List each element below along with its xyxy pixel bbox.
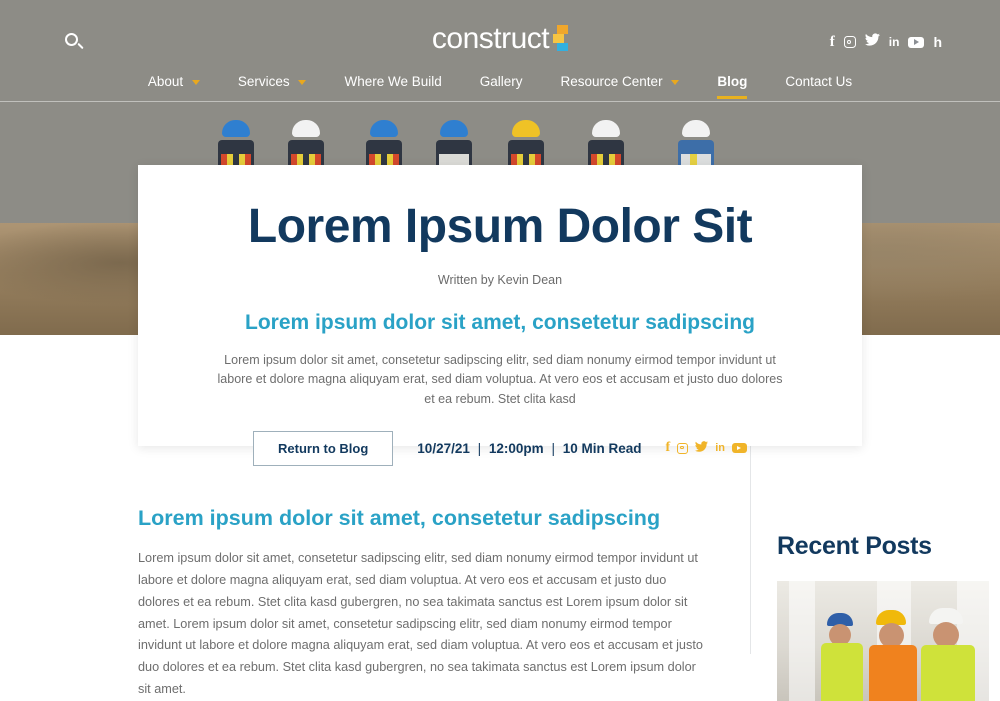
chevron-down-icon (191, 79, 200, 85)
nav-item-contact-us[interactable]: Contact Us (766, 70, 871, 94)
logo-text: construct (431, 22, 550, 55)
twitter-icon[interactable] (864, 33, 880, 51)
article-read-time: 10 Min Read (562, 440, 642, 456)
nav-item-gallery[interactable]: Gallery (461, 70, 542, 94)
chevron-down-icon (671, 79, 680, 85)
linkedin-icon[interactable]: in (889, 35, 900, 49)
meta-separator: | (477, 440, 482, 456)
main-navigation: About Services Where We Build Gallery Re… (0, 70, 1000, 99)
facebook-icon[interactable]: f (830, 34, 835, 51)
return-to-blog-button[interactable]: Return to Blog (253, 430, 394, 466)
article-hero-card: Lorem Ipsum Dolor Sit Written by Kevin D… (138, 165, 862, 466)
nav-label: Services (237, 74, 290, 89)
top-bar: construct f in h (0, 0, 1000, 68)
card-actions-row: Return to Blog 10/27/21 | 12:00pm | 10 M… (178, 430, 822, 466)
thumbnail-pillar (789, 581, 815, 701)
article-paragraph: Lorem ipsum dolor sit amet, consetetur s… (138, 551, 703, 697)
youtube-icon[interactable] (731, 443, 747, 454)
youtube-icon[interactable] (908, 36, 925, 48)
recent-post-thumbnail[interactable] (777, 581, 989, 701)
nav-label: Resource Center (560, 74, 663, 89)
active-nav-underline (717, 96, 748, 99)
article-body: Lorem ipsum dolor sit amet, consetetur s… (0, 446, 750, 696)
nav-item-resource-center[interactable]: Resource Center (542, 70, 699, 94)
twitter-icon[interactable] (695, 439, 709, 457)
stacked-blocks-logo-icon (553, 24, 569, 51)
meta-separator: | (551, 440, 555, 456)
article-time: 12:00pm (488, 440, 544, 456)
linkedin-icon[interactable]: in (715, 442, 725, 454)
thumbnail-worker (921, 608, 975, 701)
nav-item-where-we-build[interactable]: Where We Build (325, 70, 460, 94)
article-share-links: f in (666, 439, 747, 457)
nav-divider-line (0, 101, 1000, 102)
houzz-icon[interactable]: h (933, 34, 942, 50)
article-meta: 10/27/21 | 12:00pm | 10 Min Read (417, 441, 641, 456)
instagram-icon[interactable] (677, 442, 689, 454)
article-author: Written by Kevin Dean (437, 272, 563, 287)
nav-label: Gallery (479, 74, 523, 89)
article-excerpt: Lorem ipsum dolor sit amet, consetetur s… (217, 352, 783, 406)
nav-item-services[interactable]: Services (219, 70, 326, 94)
nav-label: Where We Build (344, 74, 442, 89)
nav-label: About (147, 74, 184, 89)
page-title: Lorem Ipsum Dolor Sit (247, 200, 753, 253)
chevron-down-icon (298, 79, 307, 85)
content-section: Lorem ipsum dolor sit amet, consetetur s… (0, 446, 1000, 701)
thumbnail-worker (821, 613, 863, 701)
nav-item-about[interactable]: About (129, 70, 219, 94)
facebook-icon[interactable]: f (666, 440, 671, 456)
nav-label: Contact Us (785, 74, 853, 89)
article-date: 10/27/21 (417, 440, 470, 456)
instagram-icon[interactable] (843, 36, 856, 48)
nav-item-blog[interactable]: Blog (698, 70, 766, 99)
article-section-heading: Lorem ipsum dolor sit amet, consetetur s… (138, 506, 661, 530)
top-social-links: f in h (830, 33, 942, 51)
nav-label: Blog (717, 74, 748, 89)
recent-posts-heading: Recent Posts (777, 532, 932, 560)
thumbnail-worker (869, 610, 917, 701)
article-subtitle: Lorem ipsum dolor sit amet, consetetur s… (245, 310, 755, 334)
sidebar: Recent Posts (750, 446, 1000, 701)
